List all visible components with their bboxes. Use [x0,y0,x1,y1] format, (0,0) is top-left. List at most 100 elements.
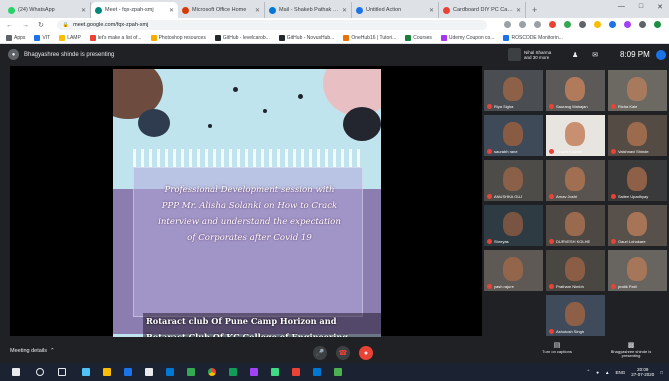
tab-close-icon[interactable]: ✕ [81,7,86,14]
network-icon[interactable]: ● [596,370,599,375]
camera-button[interactable]: ● [359,346,373,360]
participant-tile[interactable]: yash rajure [484,250,543,291]
captions-button[interactable]: ▤ Turn on captions [537,342,577,354]
browser-tab[interactable]: Meet - fqx-zpah-smj ✕ [91,2,178,18]
participant-name: Vinanti Kudale [549,149,603,154]
bookmark-item[interactable]: let's make a list of... [89,34,142,41]
forward-icon[interactable]: → [22,22,29,29]
zoom-icon[interactable] [519,21,526,28]
taskbar-app-11-icon[interactable] [292,368,300,376]
taskbar-app-12-icon[interactable] [313,368,321,376]
end-call-button[interactable]: ☎ [336,346,350,360]
windows-taskbar: ⌃ ● ▲ ENG 20:09 27-07-2020 □ [0,363,669,381]
extension-icon-6[interactable] [624,21,631,28]
bookmark-item[interactable]: VIT [34,34,50,41]
participant-tile[interactable]: DURVESH KOLHE [546,205,605,246]
participant-tile[interactable]: Arnav Joshi [546,160,605,201]
bookmark-item[interactable]: GitHub - NovusHub... [278,34,334,41]
meeting-details-button[interactable]: Meeting details ⌃ [10,348,55,354]
participant-tile[interactable]: Ashutosh Singh [546,295,605,336]
browser-tab[interactable]: Untitled Action ✕ [352,2,439,18]
participant-tile[interactable]: Gauri Lohokare [608,205,667,246]
slide-line-2: PPP Mr. Alisha Solanki on How to Crack [161,201,338,211]
back-icon[interactable]: ← [6,22,13,29]
profile-avatar[interactable] [654,21,661,28]
bookmark-item[interactable]: LAMP [59,34,81,41]
taskbar-app-1-icon[interactable] [82,368,90,376]
tab-close-icon[interactable]: ✕ [255,7,260,14]
tab-close-icon[interactable]: ✕ [429,7,434,14]
participant-tile[interactable]: Sailee Upadhyay [608,160,667,201]
maximize-icon[interactable]: □ [639,3,643,11]
bookmark-star-icon[interactable] [534,21,541,28]
extension-icon-7[interactable] [639,21,646,28]
chrome-taskbar-icon[interactable] [208,368,216,376]
bookmark-item[interactable]: ROSCODE Monitorin... [503,34,563,41]
chat-icon[interactable]: ✉ [592,51,598,59]
taskbar-app-13-icon[interactable] [334,368,342,376]
taskbar-app-5-icon[interactable] [166,368,174,376]
browser-tab[interactable]: Cardboard DIY PC Case Buil✕ [439,2,526,18]
bookmark-item[interactable]: Courses [405,34,432,41]
tab-close-icon[interactable]: ✕ [169,7,174,14]
close-window-icon[interactable]: ✕ [657,3,663,11]
taskbar-app-6-icon[interactable] [187,368,195,376]
participant-tile[interactable]: Saurang Mahajan [546,70,605,111]
participant-tile[interactable]: pratik Patil [608,250,667,291]
extension-icon-5[interactable] [609,21,616,28]
participant-tile[interactable]: Riya Sigha [484,70,543,111]
taskbar-app-2-icon[interactable] [103,368,111,376]
taskbar-app-4-icon[interactable] [145,368,153,376]
participant-video [627,77,647,101]
browser-tab[interactable]: Microsoft Office Home ✕ [178,2,265,18]
participant-tile[interactable]: saurabh rane [484,115,543,156]
extension-icon-3[interactable] [579,21,586,28]
bookmark-item[interactable]: Apps [6,34,25,41]
url-input[interactable]: 🔒 meet.google.com/fqx-zpah-smj [56,20,487,30]
extension-icon-4[interactable] [594,21,601,28]
taskbar-app-8-icon[interactable] [229,368,237,376]
pinned-participant[interactable]: Nihal Sharma and 30 more [508,48,551,61]
taskbar-app-10-icon[interactable] [271,368,279,376]
presenting-label: Bhagyashree shinde is presenting [610,348,652,358]
system-tray: ⌃ ● ▲ ENG 20:09 27-07-2020 □ [587,367,663,377]
taskbar-clock[interactable]: 20:09 27-07-2020 [631,367,654,377]
participant-tile[interactable]: Richa Kale [608,70,667,111]
extension-icon-1[interactable] [549,21,556,28]
language-indicator[interactable]: ENG [615,370,625,375]
taskbar-app-3-icon[interactable] [124,368,132,376]
microphone-button[interactable]: 🎤 [313,346,327,360]
notification-icon[interactable]: □ [660,370,663,375]
bookmark-item[interactable]: Udemy Coupon co... [440,34,494,41]
people-icon[interactable]: ♟ [572,51,578,59]
search-icon[interactable] [36,368,44,376]
address-bar: ← → ↻ 🔒 meet.google.com/fqx-zpah-smj [0,18,669,32]
presenting-button[interactable]: ▩ Bhagyashree shinde is presenting [606,342,656,359]
participant-tile[interactable]: ANUSHKA GUJ [484,160,543,201]
minimize-icon[interactable]: — [618,3,625,11]
windows-start-icon[interactable] [12,368,20,376]
participant-tile[interactable]: Pratham Nimbh [546,250,605,291]
browser-tab[interactable]: (24) WhatsApp ✕ [4,2,91,18]
browser-tab[interactable]: Mail - Shakeb Pathak - Outl ✕ [265,2,352,18]
volume-icon[interactable]: ▲ [605,370,609,375]
extension-icon-2[interactable] [564,21,571,28]
tab-close-icon[interactable]: ✕ [342,7,347,14]
taskbar-app-9-icon[interactable] [250,368,258,376]
participant-tile[interactable]: Vinanti Kudale [546,115,605,156]
bookmark-item[interactable]: Photoshop resources [150,34,206,41]
task-view-icon[interactable] [58,368,66,376]
participant-tile[interactable]: Shreyas [484,205,543,246]
new-tab-icon[interactable]: + [532,5,537,15]
participant-name: Ashutosh Singh [549,329,603,334]
bookmark-item[interactable]: OneHub16 | Tutori... [343,34,396,41]
camera-permission-icon[interactable] [504,21,511,28]
bookmark-item[interactable]: GitHub - levelcarob... [214,34,270,41]
tab-favicon-icon [95,6,102,14]
tray-chevron-icon[interactable]: ⌃ [587,369,591,375]
participant-tile[interactable]: Vaishnavi Shinde [608,115,667,156]
self-avatar[interactable] [656,50,666,60]
participant-name-text: pratik Patil [618,284,637,289]
tab-close-icon[interactable]: ✕ [516,7,521,14]
reload-icon[interactable]: ↻ [38,21,44,29]
